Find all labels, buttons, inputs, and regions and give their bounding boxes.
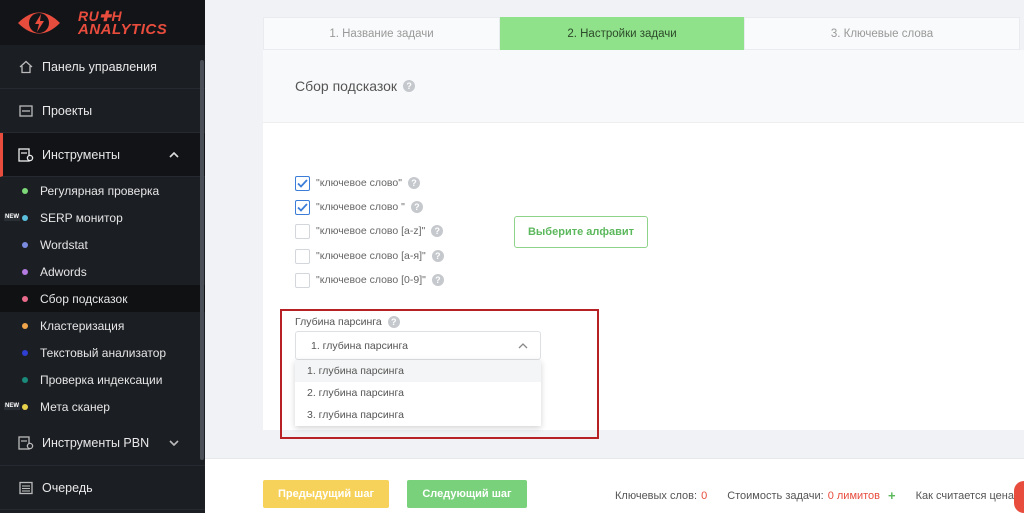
checkbox-label: "ключевое слово " [316, 201, 405, 213]
sidebar-subitem-label: Wordstat [40, 237, 88, 252]
sidebar-item-projects[interactable]: Проекты [0, 89, 205, 133]
checkbox[interactable] [295, 199, 310, 215]
projects-icon [18, 103, 34, 119]
panel-header: Сбор подсказок ? [263, 50, 1024, 123]
sidebar-subitem-clustering[interactable]: Кластеризация [0, 312, 205, 339]
sidebar-subitem-wordstat[interactable]: Wordstat [0, 231, 205, 258]
tools-icon [18, 435, 34, 451]
status-dot [22, 323, 28, 329]
tab-task-settings[interactable]: 2. Настройки задачи [500, 17, 744, 50]
sidebar-item-pbn-tools[interactable]: Инструменты PBN [0, 420, 205, 466]
tab-keywords[interactable]: 3. Ключевые слова [744, 17, 1020, 50]
sidebar-subitem-text-analyzer[interactable]: Текстовый анализатор [0, 339, 205, 366]
logo-line2: ANALYTICS [78, 20, 168, 38]
checkbox-keyword-space[interactable]: "ключевое слово " ? [295, 198, 423, 216]
new-badge: NEW [4, 214, 20, 221]
sidebar-subitem-index-check[interactable]: Проверка индексации [0, 366, 205, 393]
sidebar-subitem-suggestions[interactable]: Сбор подсказок [0, 285, 205, 312]
checkbox[interactable] [295, 248, 310, 264]
help-icon[interactable]: ? [431, 250, 444, 262]
checkbox-label: "ключевое слово" [316, 177, 402, 189]
sidebar-subitem-label: Кластеризация [40, 318, 125, 333]
panel-title: Сбор подсказок [295, 78, 398, 94]
side-widget-tab[interactable] [1014, 481, 1024, 513]
queue-icon [18, 480, 34, 496]
checkbox-keyword-digits[interactable]: "ключевое слово [0-9]" ? [295, 271, 444, 289]
sidebar-subitem-label: Adwords [40, 264, 87, 279]
next-step-button[interactable]: Следующий шаг [407, 480, 527, 508]
sidebar-item-label: Панель управления [42, 59, 157, 74]
sidebar: RU✚H ANALYTICS Панель управления Проекты… [0, 0, 205, 513]
checkbox-keyword-cyrillic[interactable]: "ключевое слово [а-я]" ? [295, 247, 444, 265]
sidebar-subitem-regular-check[interactable]: Регулярная проверка [0, 177, 205, 204]
sidebar-subitem-label: Текстовый анализатор [40, 345, 167, 360]
sidebar-subitem-label: SERP монитор [40, 210, 123, 225]
sidebar-subitem-label: Мета сканер [40, 399, 110, 414]
sidebar-item-label: Инструменты PBN [42, 435, 150, 450]
status-dot [22, 269, 28, 275]
status-dot [22, 242, 28, 248]
task-cost-label: Стоимость задачи: [727, 489, 824, 502]
sidebar-item-dashboard[interactable]: Панель управления [0, 45, 205, 89]
help-icon[interactable]: ? [431, 225, 444, 237]
help-icon[interactable]: ? [410, 201, 423, 213]
price-info-link[interactable]: Как считается цена [916, 490, 1014, 502]
highlight-box [280, 309, 599, 439]
sidebar-subitem-label: Проверка индексации [40, 372, 163, 387]
status-dot [22, 377, 28, 383]
step-tabs: 1. Название задачи 2. Настройки задачи 3… [263, 17, 1020, 50]
checkbox[interactable] [295, 175, 310, 191]
checkmark-icon [297, 178, 308, 188]
help-icon[interactable]: ? [403, 80, 416, 92]
previous-step-button[interactable]: Предыдущий шаг [263, 480, 389, 508]
plus-icon[interactable]: + [888, 488, 896, 503]
logo-eye-icon [18, 12, 60, 33]
sidebar-subitem-serp-monitor[interactable]: NEW SERP монитор [0, 204, 205, 231]
chevron-up-icon [169, 149, 179, 161]
help-icon[interactable]: ? [431, 274, 444, 286]
status-dot [22, 350, 28, 356]
checkbox-keyword[interactable]: "ключевое слово" ? [295, 174, 420, 192]
logo[interactable]: RU✚H ANALYTICS [0, 0, 205, 45]
sidebar-item-label: Проекты [42, 103, 93, 118]
sidebar-scrollbar[interactable] [200, 60, 204, 460]
footer-bar: Предыдущий шаг Следующий шаг Ключевых сл… [205, 458, 1024, 513]
checkbox[interactable] [295, 223, 310, 239]
sidebar-subitem-adwords[interactable]: Adwords [0, 258, 205, 285]
sidebar-item-label: Очередь [42, 480, 93, 495]
checkbox-keyword-latin[interactable]: "ключевое слово [a-z]" ? [295, 222, 444, 240]
sidebar-subitem-label: Регулярная проверка [40, 183, 160, 198]
tools-icon [18, 147, 34, 163]
keywords-count-value: 0 [701, 489, 708, 502]
task-cost-value: 0 лимитов [827, 489, 881, 502]
checkbox-label: "ключевое слово [0-9]" [316, 274, 426, 286]
home-icon [18, 59, 34, 75]
sidebar-item-tools[interactable]: Инструменты [0, 133, 205, 177]
help-icon[interactable]: ? [407, 177, 420, 189]
sidebar-subitem-meta-scanner[interactable]: NEW Мета сканер [0, 393, 205, 420]
sidebar-item-label: Инструменты [42, 147, 120, 162]
status-dot [22, 188, 28, 194]
tab-task-name[interactable]: 1. Название задачи [263, 17, 500, 50]
checkbox-label: "ключевое слово [а-я]" [316, 250, 426, 262]
checkmark-icon [297, 202, 308, 212]
checkbox-label: "ключевое слово [a-z]" [316, 225, 426, 237]
choose-alphabet-button[interactable]: Выберите алфавит [514, 216, 648, 248]
status-dot [22, 215, 28, 221]
task-stats: Ключевых слов: 0 Стоимость задачи: 0 лим… [615, 488, 1024, 503]
new-badge: NEW [4, 403, 20, 410]
status-dot [22, 404, 28, 410]
chevron-down-icon [169, 437, 179, 449]
status-dot [22, 296, 28, 302]
sidebar-subitem-label: Сбор подсказок [40, 291, 128, 306]
checkbox[interactable] [295, 272, 310, 288]
sidebar-item-queue[interactable]: Очередь [0, 466, 205, 510]
keywords-count-label: Ключевых слов: [615, 489, 698, 502]
